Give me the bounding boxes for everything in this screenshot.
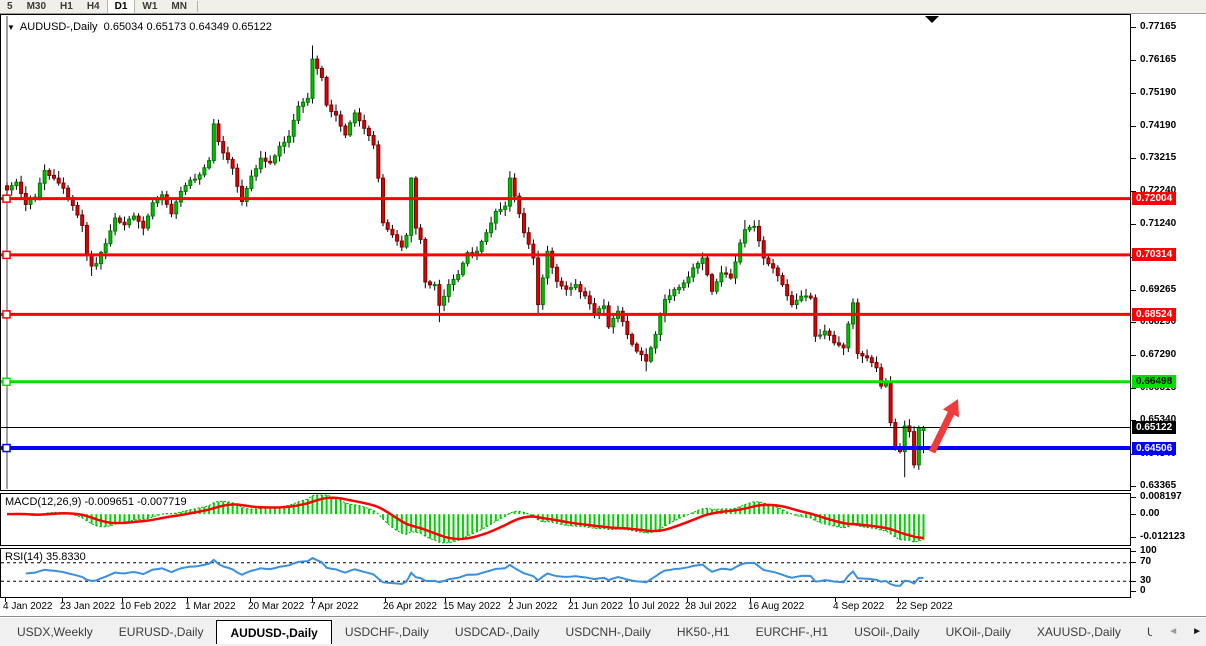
indicator-tick-label: 0 xyxy=(1140,585,1146,596)
time-tick-label: 2 Jun 2022 xyxy=(508,601,558,612)
price-label-0.64506: 0.64506 xyxy=(1132,442,1176,455)
time-tick-label: 15 May 2022 xyxy=(443,601,501,612)
timeframe-button-5[interactable]: 5 xyxy=(0,0,20,13)
tab-usoil-daily[interactable]: USOil-,Daily xyxy=(841,620,932,644)
tab-usdcnh-daily[interactable]: USDCNH-,Daily xyxy=(553,620,664,644)
arrow-annotation-shaft[interactable] xyxy=(932,411,952,452)
time-tick-label: 10 Feb 2022 xyxy=(120,601,176,612)
hline-handle-0.64506[interactable] xyxy=(3,445,10,452)
tab-ukoil-daily[interactable]: UKOil-,Daily xyxy=(933,620,1024,644)
timeframe-button-h1[interactable]: H1 xyxy=(53,0,80,13)
tab-xauusd-daily[interactable]: XAUUSD-,Daily xyxy=(1024,620,1134,644)
indicator-tick xyxy=(1131,562,1136,563)
hline-handle-0.70314[interactable] xyxy=(3,251,10,258)
candlestick-chart[interactable] xyxy=(1,15,1130,490)
indicator-tick xyxy=(1131,537,1136,538)
price-label-0.66498: 0.66498 xyxy=(1132,375,1176,388)
tabs-scroll-left-icon[interactable]: ◄ xyxy=(1168,626,1178,637)
indicator-tick-label: 70 xyxy=(1140,556,1151,567)
price-label-0.70314: 0.70314 xyxy=(1132,248,1176,261)
price-tick xyxy=(1131,355,1136,356)
hline-handle-0.72004[interactable] xyxy=(3,195,10,202)
time-tick-label: 16 Aug 2022 xyxy=(748,601,804,612)
tab-eurusd-daily[interactable]: EURUSD-,Daily xyxy=(106,620,217,644)
tab-usdx-weekly[interactable]: USDX,Weekly xyxy=(4,620,106,644)
price-tick-label: 0.76165 xyxy=(1140,54,1176,65)
price-label-0.65122: 0.65122 xyxy=(1132,421,1176,434)
chart-title: ▼ AUDUSD-,Daily 0.65034 0.65173 0.64349 … xyxy=(7,21,272,33)
tab-usdchf-daily[interactable]: USDCHF-,Daily xyxy=(332,620,442,644)
price-tick xyxy=(1131,158,1136,159)
tab-hk50-h1[interactable]: HK50-,H1 xyxy=(664,620,743,644)
tab-eurchf-h1[interactable]: EURCHF-,H1 xyxy=(743,620,842,644)
time-tick-label: 28 Jul 2022 xyxy=(685,601,737,612)
macd-label: MACD(12,26,9) -0.009651 -0.007719 xyxy=(5,496,187,508)
time-tick-label: 20 Mar 2022 xyxy=(248,601,304,612)
rsi-panel[interactable]: RSI(14) 35.8330 xyxy=(0,548,1131,598)
indicator-tick-label: -0.012123 xyxy=(1140,531,1185,542)
indicator-tick xyxy=(1131,514,1136,515)
indicator-tick-label: 0.00 xyxy=(1140,508,1159,519)
time-tick-label: 23 Jan 2022 xyxy=(60,601,115,612)
timeframe-button-w1[interactable]: W1 xyxy=(135,0,164,13)
timeframe-button-d1[interactable]: D1 xyxy=(107,0,136,13)
indicator-tick xyxy=(1131,497,1136,498)
price-label-0.72004: 0.72004 xyxy=(1132,192,1176,205)
price-tick-label: 0.67290 xyxy=(1140,349,1176,360)
rsi-label: RSI(14) 35.8330 xyxy=(5,551,86,563)
price-tick-label: 0.77165 xyxy=(1140,21,1176,32)
price-tick xyxy=(1131,290,1136,291)
candles xyxy=(6,45,926,477)
price-label-0.68524: 0.68524 xyxy=(1132,308,1176,321)
price-tick xyxy=(1131,486,1136,487)
time-tick-label: 4 Sep 2022 xyxy=(833,601,884,612)
price-tick-label: 0.73215 xyxy=(1140,152,1176,163)
price-tick xyxy=(1131,322,1136,323)
price-axis[interactable]: 0.771650.761650.751900.741900.732150.722… xyxy=(1131,14,1206,598)
macd-panel[interactable]: MACD(12,26,9) -0.009651 -0.007719 xyxy=(0,493,1131,546)
tabs-scroll-right-icon[interactable]: ► xyxy=(1192,626,1202,637)
price-tick-label: 0.69265 xyxy=(1140,284,1176,295)
price-tick-label: 0.63365 xyxy=(1140,480,1176,491)
tab-usdcad-daily[interactable]: USDCAD-,Daily xyxy=(442,620,553,644)
indicator-tick xyxy=(1131,591,1136,592)
price-tick-label: 0.75190 xyxy=(1140,87,1176,98)
main-chart-panel[interactable]: ▼ AUDUSD-,Daily 0.65034 0.65173 0.64349 … xyxy=(0,14,1131,491)
indicator-tick-label: 100 xyxy=(1140,545,1157,556)
timeframe-toolbar: 5M30H1H4D1W1MN xyxy=(0,0,1206,14)
price-tick-label: 0.71240 xyxy=(1140,218,1176,229)
price-tick xyxy=(1131,27,1136,28)
tab-audusd-daily[interactable]: AUDUSD-,Daily xyxy=(216,620,331,644)
price-tick xyxy=(1131,60,1136,61)
time-tick-label: 4 Jan 2022 xyxy=(3,601,53,612)
time-tick-label: 21 Jun 2022 xyxy=(568,601,623,612)
time-tick-label: 1 Mar 2022 xyxy=(185,601,236,612)
indicator-tick-label: 0.008197 xyxy=(1140,491,1182,502)
time-tick-label: 7 Apr 2022 xyxy=(310,601,358,612)
time-tick-label: 22 Sep 2022 xyxy=(896,601,953,612)
hline-handle-0.68524[interactable] xyxy=(3,311,10,318)
time-tick-label: 26 Apr 2022 xyxy=(383,601,437,612)
price-tick-label: 0.74190 xyxy=(1140,120,1176,131)
chart-tab-bar: USDX,WeeklyEURUSD-,DailyAUDUSD-,DailyUSD… xyxy=(0,616,1206,646)
price-tick xyxy=(1131,126,1136,127)
chart-shift-marker-icon[interactable] xyxy=(925,16,939,23)
hline-handle-0.66498[interactable] xyxy=(3,378,10,385)
time-axis[interactable]: 4 Jan 2022 23 Jan 2022 10 Feb 2022 1 Mar 20… xyxy=(0,598,1206,616)
toolbar-separator xyxy=(197,1,198,12)
timeframe-button-m30[interactable]: M30 xyxy=(20,0,53,13)
timeframe-button-mn[interactable]: MN xyxy=(164,0,194,13)
timeframe-button-h4[interactable]: H4 xyxy=(80,0,107,13)
rsi-chart[interactable] xyxy=(1,549,1130,597)
chart-title-text: AUDUSD-,Daily 0.65034 0.65173 0.64349 0.… xyxy=(20,21,272,33)
tab-ukoil-da[interactable]: UKOil-,Da xyxy=(1134,620,1152,644)
time-tick-label: 10 Jul 2022 xyxy=(628,601,680,612)
indicator-tick xyxy=(1131,551,1136,552)
indicator-tick xyxy=(1131,581,1136,582)
price-tick xyxy=(1131,93,1136,94)
price-tick xyxy=(1131,224,1136,225)
symbol-dropdown-icon[interactable]: ▼ xyxy=(7,23,15,32)
